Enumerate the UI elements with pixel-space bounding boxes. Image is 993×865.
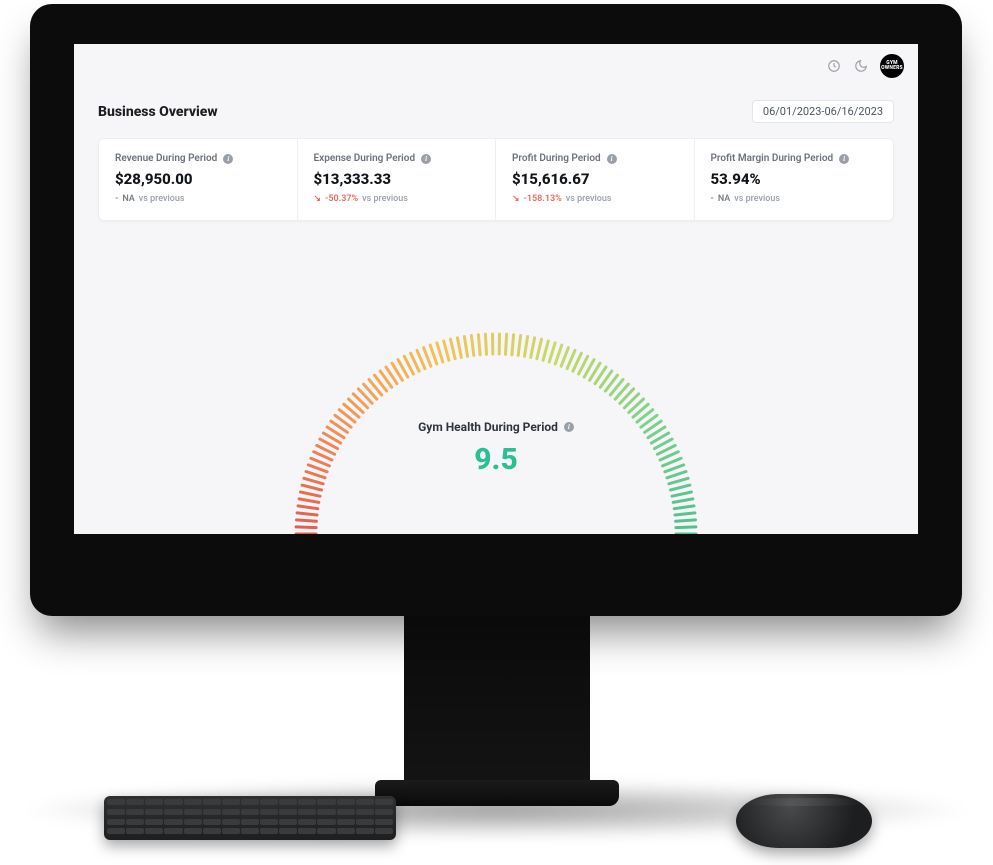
avatar[interactable]: GYM OWNERS [880, 54, 904, 78]
page-title: Business Overview [98, 104, 218, 120]
kpi-delta: ↘ -50.37% vs previous [314, 194, 480, 204]
kpi-label: Profit During Period i [512, 153, 678, 164]
kpi-delta: - NA vs previous [711, 194, 878, 204]
header-row: Business Overview 06/01/2023-06/16/2023 [98, 100, 894, 123]
info-icon[interactable]: i [223, 154, 233, 164]
kpi-value: $15,616.67 [512, 170, 678, 188]
mouse [736, 794, 872, 848]
kpi-value: $28,950.00 [115, 170, 281, 188]
kpi-label: Revenue During Period i [115, 153, 281, 164]
gauge-arc-icon [276, 288, 716, 534]
info-icon[interactable]: i [421, 154, 431, 164]
date-range-picker[interactable]: 06/01/2023-06/16/2023 [752, 100, 894, 123]
kpi-label-text: Profit During Period [512, 153, 601, 164]
trend-icon: - [711, 194, 714, 204]
kpi-profit: Profit During Period i $15,616.67 ↘ -158… [496, 139, 695, 220]
monitor-neck [404, 616, 590, 790]
kpi-delta-suffix: vs previous [139, 194, 185, 204]
kpi-delta-value: -158.13% [524, 194, 562, 204]
info-icon[interactable]: i [839, 154, 849, 164]
kpi-label: Profit Margin During Period i [711, 153, 878, 164]
gym-health-gauge: Gym Health During Period i 9.5 [276, 288, 716, 534]
clock-icon[interactable] [826, 59, 841, 74]
kpi-label-text: Expense During Period [314, 153, 416, 164]
keyboard [104, 796, 396, 840]
gauge-score: 9.5 [474, 442, 518, 477]
trend-down-icon: ↘ [512, 194, 520, 204]
kpi-label: Expense During Period i [314, 153, 480, 164]
kpi-profit-margin: Profit Margin During Period i 53.94% - N… [695, 139, 894, 220]
gauge-title-text: Gym Health During Period [418, 420, 558, 434]
trend-icon: - [115, 194, 118, 204]
kpi-expense: Expense During Period i $13,333.33 ↘ -50… [298, 139, 497, 220]
kpi-delta-value: -50.37% [325, 194, 358, 204]
kpi-value: $13,333.33 [314, 170, 480, 188]
kpi-label-text: Revenue During Period [115, 153, 217, 164]
app-viewport: GYM OWNERS Business Overview 06/01/2023-… [74, 44, 918, 534]
kpi-delta-suffix: vs previous [362, 194, 408, 204]
gauge-title: Gym Health During Period i [418, 420, 574, 434]
kpi-label-text: Profit Margin During Period [711, 153, 834, 164]
kpi-delta-suffix: vs previous [566, 194, 612, 204]
topbar: GYM OWNERS [74, 44, 918, 88]
gauge-container: Gym Health During Period i 9.5 [74, 260, 918, 534]
kpi-value: 53.94% [711, 170, 878, 188]
info-icon[interactable]: i [607, 154, 617, 164]
kpi-delta-value: NA [122, 194, 134, 204]
kpi-revenue: Revenue During Period i $28,950.00 - NA … [99, 139, 298, 220]
trend-down-icon: ↘ [314, 194, 322, 204]
moon-icon[interactable] [853, 59, 868, 74]
kpi-delta-suffix: vs previous [734, 194, 780, 204]
kpi-delta-value: NA [718, 194, 730, 204]
kpi-cards: Revenue During Period i $28,950.00 - NA … [98, 138, 894, 221]
monitor-foot [375, 780, 619, 806]
kpi-delta: - NA vs previous [115, 194, 281, 204]
info-icon[interactable]: i [564, 422, 574, 432]
kpi-delta: ↘ -158.13% vs previous [512, 194, 678, 204]
